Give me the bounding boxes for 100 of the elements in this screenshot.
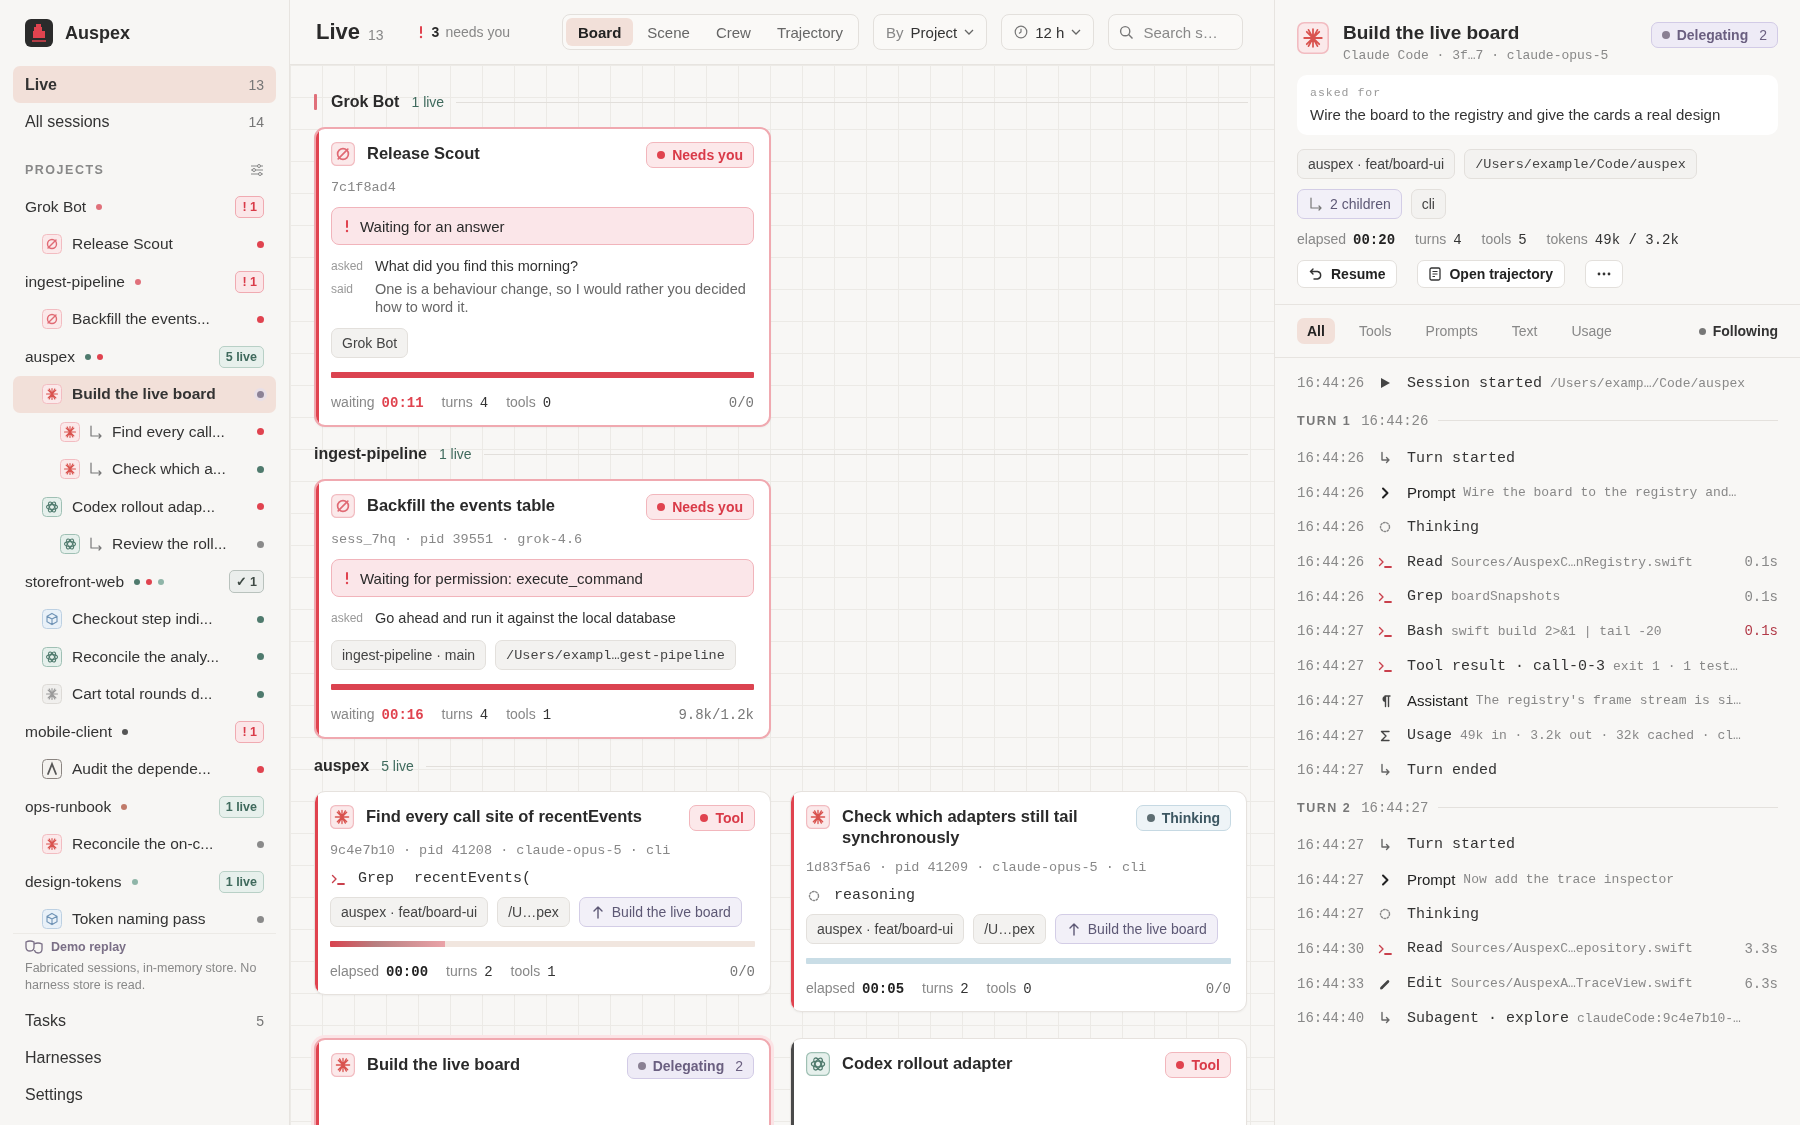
- stat-label: elapsed: [1297, 231, 1347, 247]
- status-dot: [637, 1062, 646, 1070]
- project-name[interactable]: mobile-client: [25, 722, 112, 741]
- alert-icon: [344, 219, 350, 233]
- open-trajectory-button[interactable]: Open trajectory: [1417, 260, 1565, 288]
- session-item[interactable]: Cart total rounds d...: [13, 675, 276, 713]
- stat-label: tools: [510, 963, 541, 979]
- session-card[interactable]: Check which adapters still tail synchronously Thinking 1d83f5a6 · pid 41209 · claude-opus-5 · cli reasoning auspex · feat/board-ui /U…pex Build the live board elapsed 00:05 turns 2 tools 0 0/0: [790, 791, 1247, 1012]
- session-card[interactable]: Find every call site of recentEvents Tool 9c4e7b10 · pid 41208 · claude-opus-5 · cli Grep recentEvents( auspex · feat/board-ui /U…pex Build the live board elapsed 00:00 turns 2 tools 1 0/0: [314, 791, 771, 995]
- project-name[interactable]: storefront-web: [25, 572, 125, 591]
- session-item[interactable]: Build the live board: [13, 375, 276, 413]
- tag: auspex · feat/board-ui: [806, 914, 965, 944]
- session-item[interactable]: Codex rollout adap...: [13, 488, 276, 526]
- resume-button[interactable]: Resume: [1297, 260, 1398, 288]
- asterisk-icon: [331, 1053, 355, 1077]
- project-name[interactable]: ops-runbook: [25, 797, 112, 816]
- stat-value: 5: [1518, 232, 1527, 248]
- timestamp: 16:44:33: [1297, 975, 1366, 992]
- view-tab[interactable]: Trajectory: [764, 18, 856, 46]
- session-card[interactable]: [314, 479, 771, 739]
- event-detail: Sources/AuspexC…nRegistry.swift: [1451, 554, 1693, 570]
- group-by-dropdown[interactable]: By Project: [873, 14, 988, 50]
- session-item[interactable]: Checkout step indi...: [13, 600, 276, 638]
- view-tab[interactable]: Scene: [635, 18, 702, 46]
- status-label: Delegating: [1676, 27, 1749, 43]
- filter-tab[interactable]: All: [1297, 318, 1335, 344]
- group-title: ingest-pipeline: [314, 445, 427, 463]
- session-item[interactable]: Token naming pass: [13, 900, 276, 933]
- session-item[interactable]: Check which a...: [13, 450, 276, 488]
- needs-count: 3: [431, 24, 440, 40]
- status-dot: [657, 503, 666, 511]
- session-item[interactable]: Release Scout: [13, 225, 276, 263]
- event-name: Prompt: [1407, 871, 1456, 889]
- activity-name: Grep: [358, 870, 394, 887]
- session-card[interactable]: [314, 127, 771, 427]
- stat-label: elapsed: [330, 963, 380, 979]
- stat-value: 1: [547, 964, 556, 980]
- session-card[interactable]: Build the live board Delegating 2: [314, 1038, 771, 1125]
- view-tab[interactable]: Crew: [703, 18, 763, 46]
- asterisk-icon: [42, 384, 62, 405]
- parent-session-label: Build the live board: [611, 904, 731, 920]
- nav-item[interactable]: Settings: [13, 1076, 276, 1113]
- event-name: Assistant: [1407, 692, 1468, 710]
- stat-label: tools: [506, 394, 536, 410]
- card-title: Build the live board: [367, 1054, 522, 1075]
- time-window-dropdown[interactable]: 12 h: [1001, 14, 1095, 50]
- stat-label: tools: [506, 706, 536, 722]
- nav-item[interactable]: Live 13: [13, 66, 276, 103]
- view-tab[interactable]: Board: [566, 18, 634, 46]
- timestamp: 16:44:26: [1361, 412, 1429, 429]
- timestamp: 16:44:27: [1297, 871, 1366, 888]
- stat-label: tokens: [1546, 231, 1588, 247]
- stat-value: 4: [1453, 232, 1462, 248]
- asterisk-icon: [330, 805, 354, 829]
- knot-icon: [806, 1052, 830, 1076]
- alert-text: Waiting for permission: execute_command: [360, 569, 643, 587]
- stat-value: 1: [542, 707, 552, 723]
- stat-value: 0: [542, 395, 552, 411]
- children-label: 2 children: [1330, 196, 1391, 212]
- event-name: Thinking: [1407, 905, 1479, 923]
- project-name[interactable]: ingest-pipeline: [25, 272, 125, 291]
- timestamp: 16:44:26: [1297, 484, 1366, 501]
- session-card[interactable]: Codex rollout adapter Tool: [790, 1038, 1247, 1125]
- session-meta: 9c4e7b10 · pid 41208 · claude-opus-5 · cli: [330, 843, 672, 858]
- corner-arrow-icon: [88, 536, 104, 553]
- message-text: Go ahead and run it against the local database: [375, 609, 677, 628]
- nav-item[interactable]: All sessions 14: [13, 103, 276, 140]
- session-item[interactable]: Review the roll...: [13, 525, 276, 563]
- nav-item[interactable]: Tasks 5: [13, 1002, 276, 1039]
- stat-value: 00:05: [862, 981, 905, 997]
- session-item[interactable]: Reconcile the on-c...: [13, 825, 276, 863]
- status-label: Thinking: [1161, 810, 1220, 826]
- activity-argument: recentEvents(: [414, 870, 532, 887]
- session-item[interactable]: Reconcile the analy...: [13, 638, 276, 676]
- timestamp: 16:44:26: [1297, 588, 1366, 605]
- nav-item[interactable]: Harnesses: [13, 1039, 276, 1076]
- stat-value: 4: [479, 395, 489, 411]
- search-field[interactable]: Search s…: [1108, 14, 1244, 50]
- session-item[interactable]: Audit the depende...: [13, 750, 276, 788]
- project-name[interactable]: design-tokens: [25, 872, 122, 891]
- token-count: 0/0: [729, 963, 755, 980]
- event-detail: exit 1 · 1 test…: [1613, 658, 1738, 674]
- event-name: Subagent · explore: [1407, 1009, 1570, 1027]
- event-name: Grep: [1407, 588, 1443, 606]
- task-count: 5: [256, 1012, 264, 1029]
- role-label: asked: [331, 610, 365, 627]
- project-name[interactable]: auspex: [25, 347, 75, 366]
- status-dot: [1661, 31, 1670, 39]
- project-name[interactable]: Grok Bot: [25, 197, 87, 216]
- stat-label: turns: [441, 706, 473, 722]
- following-label[interactable]: Following: [1712, 323, 1778, 339]
- session-item[interactable]: Backfill the events...: [13, 300, 276, 338]
- event-detail: /Users/examp…/Code/auspex: [1550, 375, 1746, 391]
- filter-icon[interactable]: [250, 164, 264, 176]
- chevron-down-icon: [1071, 29, 1082, 35]
- asterisk-icon: [806, 805, 830, 829]
- asterisk-icon: [42, 684, 62, 705]
- session-item[interactable]: Find every call...: [13, 413, 276, 451]
- stat-value: 4: [479, 707, 489, 723]
- count-badge: ! 1: [235, 195, 264, 218]
